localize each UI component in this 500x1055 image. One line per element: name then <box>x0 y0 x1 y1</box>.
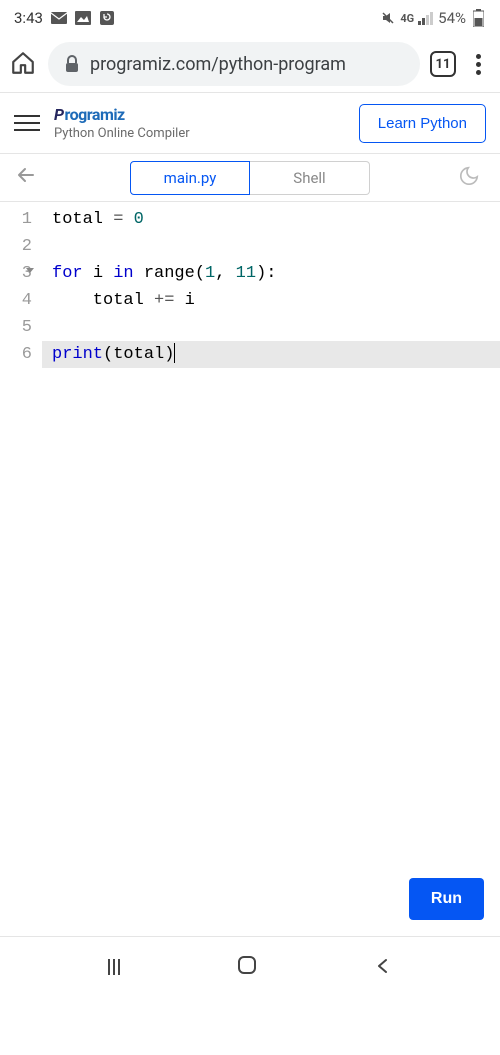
line-number: 2 <box>0 233 32 260</box>
tab-switcher[interactable]: 11 <box>430 51 456 77</box>
line-number: 3 <box>0 260 32 287</box>
tab-group: main.py Shell <box>42 161 458 195</box>
lock-icon <box>64 55 80 73</box>
code-area[interactable]: total = 0 for i in range(1, 11): total +=… <box>42 202 500 936</box>
mail-icon <box>51 10 67 26</box>
android-nav-bar <box>0 937 500 997</box>
code-line[interactable]: total = 0 <box>52 206 500 233</box>
code-editor[interactable]: 123456 total = 0 for i in range(1, 11): t… <box>0 202 500 936</box>
nav-home[interactable] <box>237 955 257 979</box>
run-button[interactable]: Run <box>409 878 484 920</box>
browser-menu-button[interactable] <box>466 54 490 75</box>
android-status-bar: 3:43 4G 54% <box>0 0 500 36</box>
tab-shell[interactable]: Shell <box>250 161 370 195</box>
editor-tab-row: main.py Shell <box>0 154 500 202</box>
line-gutter: 123456 <box>0 202 42 936</box>
brand: Programiz Python Online Compiler <box>54 105 359 141</box>
url-bar[interactable]: programiz.com/python-program <box>48 42 420 86</box>
status-time: 3:43 <box>14 9 43 27</box>
line-number: 6 <box>0 341 32 368</box>
battery-icon <box>470 10 486 26</box>
status-left: 3:43 <box>14 9 115 27</box>
brand-logo: Programiz <box>54 105 359 124</box>
code-line[interactable]: total += i <box>52 287 500 314</box>
code-line[interactable]: for i in range(1, 11): <box>52 260 500 287</box>
theme-toggle[interactable] <box>458 165 486 191</box>
app-header: Programiz Python Online Compiler Learn P… <box>0 92 500 154</box>
code-line[interactable] <box>52 314 500 341</box>
battery-pct: 54% <box>438 9 466 27</box>
menu-button[interactable] <box>14 115 40 131</box>
line-number: 5 <box>0 314 32 341</box>
line-number: 4 <box>0 287 32 314</box>
cursor <box>174 343 175 363</box>
network-type: 4G <box>400 12 414 25</box>
url-text: programiz.com/python-program <box>90 54 346 75</box>
fold-icon[interactable] <box>26 268 34 273</box>
browser-home-button[interactable] <box>10 50 38 78</box>
browser-toolbar: programiz.com/python-program 11 <box>0 36 500 92</box>
nav-recents[interactable] <box>108 959 120 975</box>
code-line[interactable]: print(total) <box>42 341 500 368</box>
line-number: 1 <box>0 206 32 233</box>
brand-subtitle: Python Online Compiler <box>54 126 359 141</box>
back-button[interactable] <box>14 163 42 193</box>
learn-python-button[interactable]: Learn Python <box>359 104 486 143</box>
code-line[interactable] <box>52 233 500 260</box>
mute-icon <box>380 10 396 26</box>
update-icon <box>99 10 115 26</box>
status-right: 4G 54% <box>380 9 486 27</box>
signal-icon <box>418 10 434 26</box>
nav-back[interactable] <box>374 953 392 981</box>
tab-main-py[interactable]: main.py <box>130 161 250 195</box>
image-icon <box>75 10 91 26</box>
